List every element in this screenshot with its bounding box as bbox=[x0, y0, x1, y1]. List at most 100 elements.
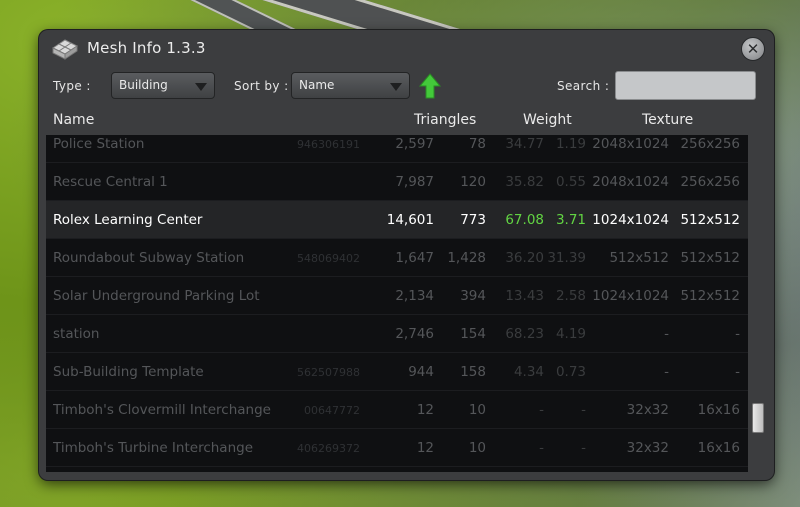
search-label: Search : bbox=[557, 79, 610, 93]
column-header-texture[interactable]: Texture bbox=[642, 112, 693, 128]
row-triangles-lod: 773 bbox=[460, 212, 486, 228]
row-weight-lod: 2.58 bbox=[555, 288, 586, 304]
row-texture-lod: 16x16 bbox=[697, 402, 740, 418]
row-weight: 36.20 bbox=[505, 250, 544, 266]
row-name: Roundabout Subway Station bbox=[53, 250, 245, 266]
scrollbar[interactable] bbox=[748, 135, 766, 472]
sort-label: Sort by : bbox=[234, 79, 289, 93]
row-triangles: 7,987 bbox=[395, 174, 434, 190]
row-name: Rolex Learning Center bbox=[53, 212, 203, 228]
row-triangles-lod: 158 bbox=[460, 364, 486, 380]
row-weight: 67.08 bbox=[505, 212, 544, 228]
row-texture: - bbox=[664, 364, 669, 380]
table-row[interactable]: Solar Underground Parking Lot 2,134 394 … bbox=[46, 277, 756, 315]
row-name: station bbox=[53, 326, 100, 342]
table-row[interactable]: Police Station 946306191 2,597 78 34.77 … bbox=[46, 135, 756, 163]
column-header-triangles[interactable]: Triangles bbox=[414, 112, 476, 128]
type-dropdown[interactable]: Building bbox=[111, 72, 215, 99]
mesh-list[interactable]: Police Station 946306191 2,597 78 34.77 … bbox=[46, 135, 756, 472]
type-dropdown-value: Building bbox=[119, 78, 168, 92]
table-row[interactable]: Sub-Building Template 562507988 944 158 … bbox=[46, 353, 756, 391]
table-row[interactable]: Roundabout Subway Station 548069402 1,64… bbox=[46, 239, 756, 277]
row-triangles: 2,746 bbox=[395, 326, 434, 342]
row-weight-lod: - bbox=[581, 402, 586, 418]
column-header-name[interactable]: Name bbox=[53, 112, 94, 128]
row-weight: - bbox=[539, 402, 544, 418]
row-texture: 2048x1024 bbox=[592, 136, 669, 152]
sort-dropdown[interactable]: Name bbox=[291, 72, 410, 99]
row-name: Solar Underground Parking Lot bbox=[53, 288, 260, 304]
row-triangles-lod: 10 bbox=[468, 402, 486, 418]
row-weight: 13.43 bbox=[505, 288, 544, 304]
row-weight: 34.77 bbox=[505, 136, 544, 152]
chevron-down-icon bbox=[195, 83, 207, 91]
row-weight-lod: 1.19 bbox=[555, 136, 586, 152]
column-header: Name Triangles Weight Texture bbox=[39, 109, 774, 135]
title-bar[interactable]: Mesh Info 1.3.3 ✕ bbox=[39, 30, 774, 68]
table-row[interactable]: Timboh's Clovermill Interchange 00647772… bbox=[46, 391, 756, 429]
row-weight-lod: 0.55 bbox=[555, 174, 586, 190]
row-weight: 68.23 bbox=[505, 326, 544, 342]
row-weight-lod: 0.73 bbox=[555, 364, 586, 380]
row-id: 00647772 bbox=[304, 404, 360, 417]
row-texture-lod: 512x512 bbox=[680, 212, 740, 228]
row-texture: 2048x1024 bbox=[592, 174, 669, 190]
row-weight: 35.82 bbox=[505, 174, 544, 190]
row-texture: - bbox=[664, 326, 669, 342]
row-texture: 512x512 bbox=[609, 250, 669, 266]
row-weight-lod: 31.39 bbox=[547, 250, 586, 266]
mesh-info-icon bbox=[52, 39, 78, 60]
row-triangles: 14,601 bbox=[386, 212, 434, 228]
row-name: Police Station bbox=[53, 136, 145, 152]
row-weight: - bbox=[539, 440, 544, 456]
row-triangles: 1,647 bbox=[395, 250, 434, 266]
table-row[interactable]: Timboh's Turbine Interchange 406269372 1… bbox=[46, 429, 756, 467]
row-triangles-lod: 10 bbox=[468, 440, 486, 456]
row-texture-lod: 16x16 bbox=[697, 440, 740, 456]
row-triangles-lod: 78 bbox=[468, 136, 486, 152]
row-texture: 1024x1024 bbox=[592, 212, 669, 228]
row-name: Timboh's Clovermill Interchange bbox=[53, 402, 271, 418]
row-triangles: 944 bbox=[408, 364, 434, 380]
row-weight-lod: 4.19 bbox=[555, 326, 586, 342]
row-weight-lod: - bbox=[581, 440, 586, 456]
row-triangles-lod: 1,428 bbox=[447, 250, 486, 266]
toolbar: Type : Building Sort by : Name Search : bbox=[39, 70, 774, 106]
sort-dropdown-value: Name bbox=[299, 78, 335, 92]
row-name: Rescue Central 1 bbox=[53, 174, 168, 190]
row-name: Sub-Building Template bbox=[53, 364, 204, 380]
row-texture-lod: 256x256 bbox=[680, 136, 740, 152]
table-row[interactable]: Rescue Central 1 7,987 120 35.82 0.55 20… bbox=[46, 163, 756, 201]
row-triangles: 2,597 bbox=[395, 136, 434, 152]
row-triangles: 2,134 bbox=[395, 288, 434, 304]
row-texture-lod: 512x512 bbox=[680, 288, 740, 304]
row-texture: 32x32 bbox=[626, 402, 669, 418]
table-row-selected[interactable]: Rolex Learning Center 14,601 773 67.08 3… bbox=[46, 201, 756, 239]
row-id: 548069402 bbox=[297, 252, 360, 265]
row-id: 406269372 bbox=[297, 442, 360, 455]
table-row[interactable]: station 2,746 154 68.23 4.19 - - bbox=[46, 315, 756, 353]
row-triangles: 12 bbox=[416, 402, 434, 418]
row-texture-lod: 512x512 bbox=[680, 250, 740, 266]
chevron-down-icon bbox=[390, 83, 402, 91]
row-texture-lod: - bbox=[735, 326, 740, 342]
mesh-info-window: Mesh Info 1.3.3 ✕ Type : Building Sort b… bbox=[39, 30, 774, 480]
row-texture: 32x32 bbox=[626, 440, 669, 456]
close-button[interactable]: ✕ bbox=[741, 37, 765, 61]
window-title: Mesh Info 1.3.3 bbox=[87, 39, 206, 57]
row-texture: 1024x1024 bbox=[592, 288, 669, 304]
type-label: Type : bbox=[53, 79, 91, 93]
row-triangles: 12 bbox=[416, 440, 434, 456]
row-id: 946306191 bbox=[297, 138, 360, 151]
search-input[interactable] bbox=[615, 71, 756, 100]
row-id: 562507988 bbox=[297, 366, 360, 379]
scrollbar-thumb[interactable] bbox=[752, 403, 764, 433]
column-header-weight[interactable]: Weight bbox=[523, 112, 572, 128]
row-triangles-lod: 394 bbox=[460, 288, 486, 304]
row-weight-lod: 3.71 bbox=[555, 212, 586, 228]
row-texture-lod: - bbox=[735, 364, 740, 380]
sort-ascending-arrow-icon[interactable] bbox=[419, 73, 441, 99]
row-name: Timboh's Turbine Interchange bbox=[53, 440, 254, 456]
row-weight: 4.34 bbox=[513, 364, 544, 380]
row-triangles-lod: 154 bbox=[460, 326, 486, 342]
